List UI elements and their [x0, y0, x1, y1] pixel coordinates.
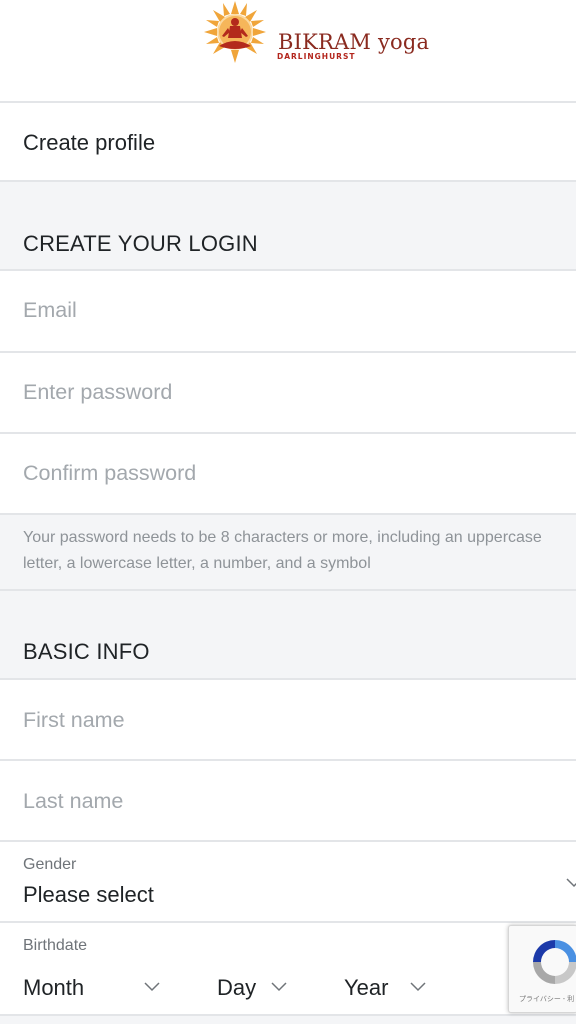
month-value: Month: [23, 975, 85, 1000]
page-header: Create profile: [0, 103, 576, 181]
password-hint-box: Your password needs to be 8 characters o…: [0, 515, 576, 589]
password-field[interactable]: [23, 380, 523, 405]
chevron-down-icon: [271, 982, 287, 992]
birthdate-label: Birthdate: [23, 937, 88, 954]
gender-select[interactable]: Gender Please select: [0, 842, 576, 921]
section-login: CREATE YOUR LOGIN: [0, 182, 576, 270]
page-title: Create profile: [23, 130, 156, 155]
birthdate-row: Birthdate Month Day Year: [0, 923, 576, 1015]
year-value: Year: [344, 975, 389, 1000]
chevron-down-icon: [410, 982, 426, 992]
last-name-field[interactable]: [23, 789, 523, 814]
confirm-password-row: [0, 434, 576, 513]
last-name-row: [0, 761, 576, 840]
confirm-password-field[interactable]: [23, 461, 523, 486]
day-select[interactable]: Day: [200, 963, 310, 1003]
section-heading-login: CREATE YOUR LOGIN: [23, 231, 258, 256]
section-basic-info: BASIC INFO: [0, 591, 576, 678]
email-row: [0, 271, 576, 351]
brand-location: DARLINGHURST: [277, 52, 356, 61]
chevron-down-icon: [566, 878, 576, 888]
first-name-row: [0, 680, 576, 759]
gender-value: Please select: [23, 882, 154, 907]
password-hint: Your password needs to be 8 characters o…: [23, 529, 542, 572]
brand-name: BIKRAM yoga: [278, 30, 430, 54]
recaptcha-badge[interactable]: プライバシー - 利: [508, 925, 576, 1013]
recaptcha-icon: [533, 940, 576, 984]
gender-label: Gender: [23, 856, 77, 873]
section-heading-basic-info: BASIC INFO: [23, 639, 150, 664]
recaptcha-privacy-link[interactable]: プライバシー - 利: [519, 994, 574, 1004]
footer-gap: [0, 1016, 576, 1024]
first-name-field[interactable]: [23, 708, 523, 733]
email-field[interactable]: [23, 298, 523, 323]
day-value: Day: [217, 975, 257, 1000]
month-select[interactable]: Month: [0, 963, 190, 1003]
logo-bar: BIKRAM yoga DARLINGHURST: [0, 0, 576, 102]
chevron-down-icon: [144, 982, 160, 992]
year-select[interactable]: Year: [330, 963, 440, 1003]
password-row: [0, 353, 576, 432]
